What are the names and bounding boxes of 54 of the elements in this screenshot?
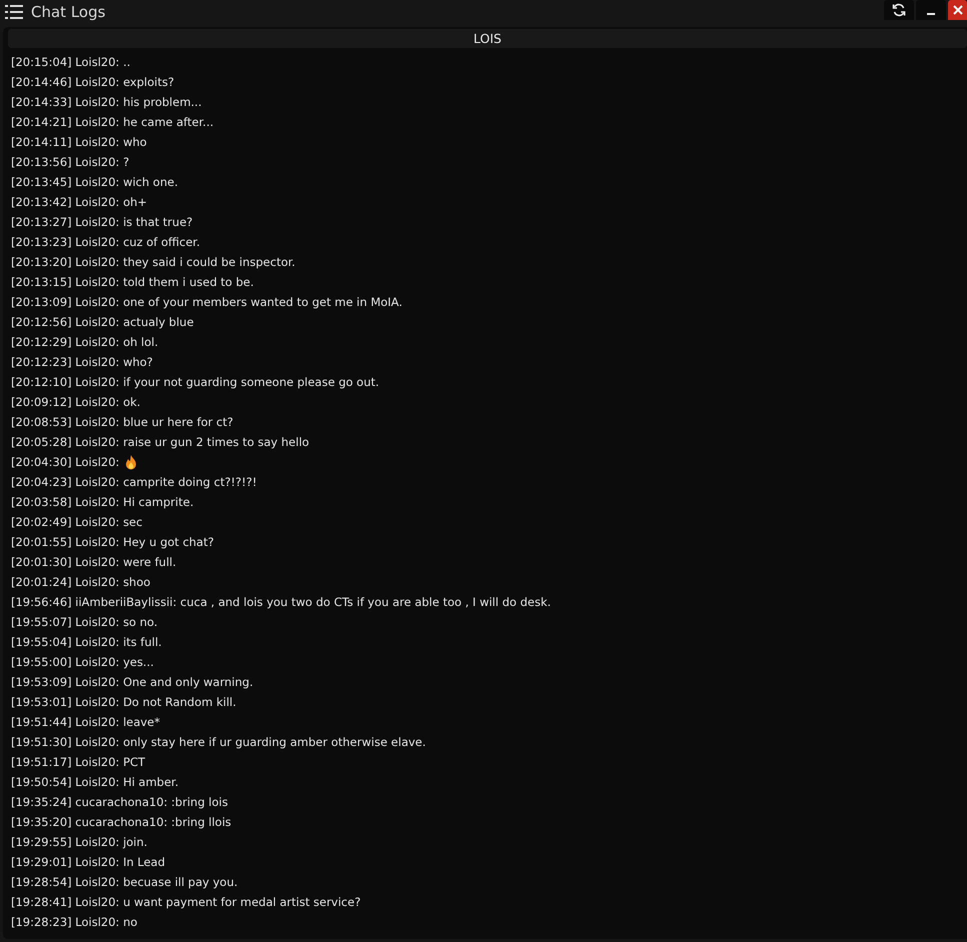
chat-message: [19:55:07] Loisl20: so no. — [11, 615, 158, 629]
chat-message: [19:28:41] Loisl20: u want payment for medal artist service? — [11, 895, 361, 909]
chat-message: [20:03:58] Loisl20: Hi camprite. — [11, 495, 194, 509]
chat-message: [20:13:27] Loisl20: is that true? — [11, 215, 193, 229]
minimize-button[interactable] — [916, 0, 946, 20]
chat-message: [19:53:01] Loisl20: Do not Random kill. — [11, 695, 236, 709]
chat-message: [19:56:46] iiAmberiiBaylissii: cuca , and lois you two do CTs if you are able too , I will do desk. — [11, 595, 551, 609]
chat-message: [20:12:56] Loisl20: actualy blue — [11, 315, 194, 329]
chat-message: [20:12:29] Loisl20: oh lol. — [11, 335, 158, 349]
chat-message: [19:29:55] Loisl20: join. — [11, 835, 148, 849]
chat-message: [20:13:23] Loisl20: cuz of officer. — [11, 235, 200, 249]
chat-message: [20:12:23] Loisl20: who? — [11, 355, 153, 369]
chat-message: [20:09:12] Loisl20: ok. — [11, 395, 140, 409]
chat-message: [19:51:30] Loisl20: only stay here if ur guarding amber otherwise elave. — [11, 735, 426, 749]
chat-message: [20:14:33] Loisl20: his problem... — [11, 95, 202, 109]
refresh-button[interactable] — [884, 0, 914, 20]
window-title: Chat Logs — [31, 3, 106, 21]
chat-message: [20:13:09] Loisl20: one of your members wanted to get me in MoIA. — [11, 295, 402, 309]
chat-message: [19:28:54] Loisl20: becuase ill pay you. — [11, 875, 238, 889]
chat-message: [20:13:42] Loisl20: oh+ — [11, 195, 148, 209]
chat-message: [19:55:00] Loisl20: yes... — [11, 655, 154, 669]
chat-message: [19:51:44] Loisl20: leave* — [11, 715, 160, 729]
chat-message: [20:02:49] Loisl20: sec — [11, 515, 142, 529]
chat-message: [19:29:01] Loisl20: In Lead — [11, 855, 166, 869]
chat-message: [20:12:10] Loisl20: if your not guarding someone please go out. — [11, 375, 380, 389]
refresh-icon — [892, 3, 906, 17]
close-button[interactable] — [948, 0, 967, 20]
chat-message: [19:53:09] Loisl20: One and only warning. — [11, 675, 254, 689]
chat-message: [20:14:11] Loisl20: who — [11, 135, 147, 149]
chat-message: [20:13:56] Loisl20: ? — [11, 155, 130, 169]
fire-icon — [124, 454, 138, 470]
chat-message: [20:01:30] Loisl20: were full. — [11, 555, 176, 569]
chat-message: [20:14:46] Loisl20: exploits? — [11, 75, 174, 89]
chat-message: [20:13:15] Loisl20: told them i used to be. — [11, 275, 254, 289]
chat-message: [20:15:04] Loisl20: .. — [11, 55, 130, 69]
menu-icon[interactable] — [5, 5, 23, 19]
chat-message: [20:14:21] Loisl20: he came after... — [11, 115, 214, 129]
chat-message: [19:51:17] Loisl20: PCT — [11, 755, 146, 769]
chat-message: [19:35:24] cucarachona10: :bring lois — [11, 795, 228, 809]
close-icon — [952, 4, 964, 16]
chat-message: [19:55:04] Loisl20: its full. — [11, 635, 162, 649]
chat-message: [20:13:45] Loisl20: wich one. — [11, 175, 178, 189]
chat-message: [20:05:28] Loisl20: raise ur gun 2 times to say hello — [11, 435, 310, 449]
chat-message: [19:50:54] Loisl20: Hi amber. — [11, 775, 179, 789]
chat-message: [19:28:23] Loisl20: no — [11, 915, 138, 929]
chat-message: [20:04:30] Loisl20: — [11, 455, 120, 469]
minimize-icon — [927, 13, 935, 15]
panel-header: LOIS — [8, 29, 967, 48]
chat-message: [19:35:20] cucarachona10: :bring llois — [11, 815, 232, 829]
chat-message: [20:04:23] Loisl20: camprite doing ct?!?!?! — [11, 475, 257, 489]
chat-message: [20:01:55] Loisl20: Hey u got chat? — [11, 535, 214, 549]
chat-message: [20:01:24] Loisl20: shoo — [11, 575, 150, 589]
chat-message: [20:08:53] Loisl20: blue ur here for ct? — [11, 415, 234, 429]
chat-message: [20:13:20] Loisl20: they said i could be inspector. — [11, 255, 296, 269]
